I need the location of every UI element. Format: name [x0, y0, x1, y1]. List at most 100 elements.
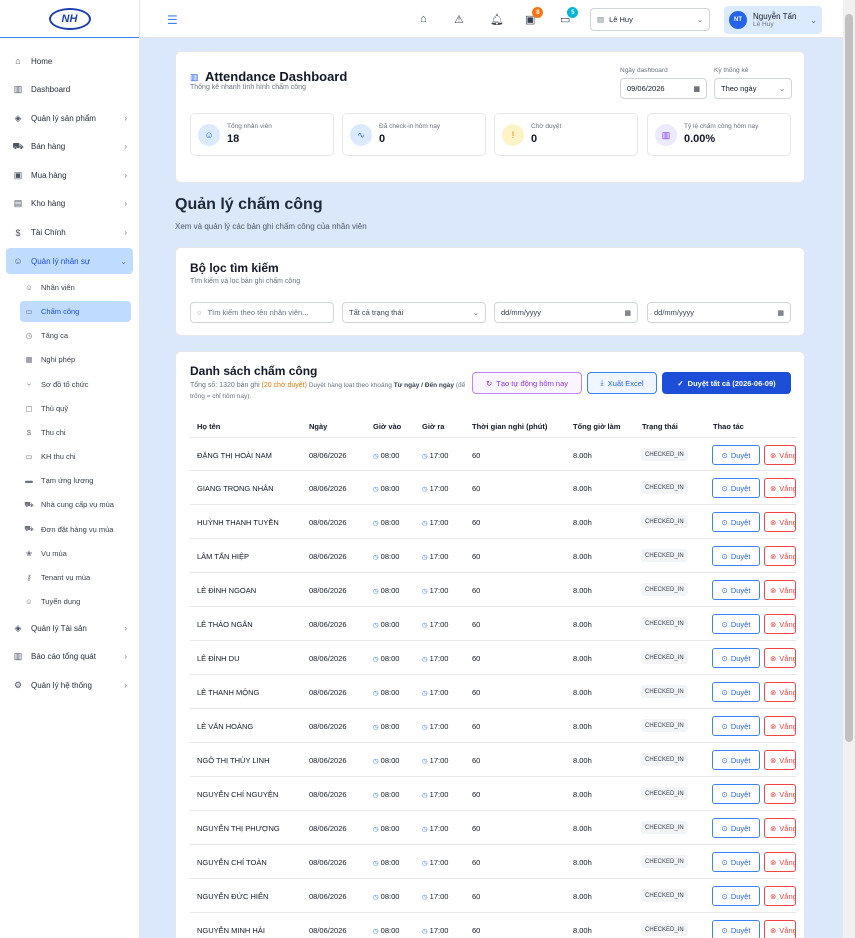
- approve-button[interactable]: ⊙ Duyệt: [712, 784, 760, 804]
- status-select[interactable]: Tất cả trạng thái ⌄: [342, 302, 486, 323]
- reject-button[interactable]: ⊗ Vắng: [764, 580, 796, 600]
- reject-button[interactable]: ⊗ Vắng: [764, 682, 796, 702]
- x-circle-icon: ⊗: [770, 517, 777, 527]
- submenu-item-8[interactable]: ▬ Tạm ứng lương: [20, 470, 131, 491]
- reject-label: Vắng: [779, 450, 796, 460]
- reject-button[interactable]: ⊗ Vắng: [764, 614, 796, 634]
- user-menu[interactable]: NT Nguyễn Tấn Lê Huy ⌄: [724, 6, 822, 34]
- sidebar-item-label: Quản lý sản phẩm: [31, 113, 96, 123]
- submenu-item-7[interactable]: ▭ KH thu chi: [20, 446, 131, 467]
- cell-time-in: ◷ 08:00: [373, 654, 399, 663]
- reject-label: Vắng: [779, 789, 796, 799]
- sidebar-item-bottom-2[interactable]: ⚙ Quản lý hệ thống ›: [6, 673, 133, 699]
- bell-icon[interactable]: 🔔︎: [490, 13, 504, 26]
- approve-button[interactable]: ⊙ Duyệt: [712, 478, 760, 498]
- table-row: LÊ ĐÌNH NGOẠN 08/06/2026 ◷ 08:00 ◷ 17:00 60 8.0…: [190, 573, 796, 607]
- approve-button[interactable]: ⊙ Duyệt: [712, 682, 760, 702]
- approve-button[interactable]: ⊙ Duyệt: [712, 512, 760, 532]
- reject-label: Vắng: [779, 891, 796, 901]
- submenu-item-13[interactable]: ☺ Tuyển dụng: [20, 591, 131, 612]
- clock-icon: ◷: [422, 792, 428, 799]
- approve-button[interactable]: ⊙ Duyệt: [712, 920, 760, 938]
- export-excel-button[interactable]: ⤓ Xuất Excel: [587, 372, 657, 394]
- reject-button[interactable]: ⊗ Vắng: [764, 512, 796, 532]
- reject-button[interactable]: ⊗ Vắng: [764, 886, 796, 906]
- sidebar-item-5[interactable]: ▤ Kho hàng ›: [6, 191, 133, 217]
- submenu-item-1[interactable]: ▭ Chấm công: [20, 300, 131, 322]
- refresh-icon: ↻: [485, 378, 493, 388]
- sidebar-item-4[interactable]: ▣ Mua hàng ›: [6, 162, 133, 188]
- time-in-value: 08:00: [380, 451, 400, 460]
- approve-button[interactable]: ⊙ Duyệt: [712, 546, 760, 566]
- search-input[interactable]: ○ Tìm kiếm theo tên nhân viên...: [190, 302, 334, 323]
- approve-all-button[interactable]: ✓ Duyệt tất cả (2026-06-09): [662, 372, 791, 394]
- logo[interactable]: NH: [0, 0, 139, 38]
- submenu-item-4[interactable]: ⑂ Sơ đồ tổ chức: [20, 374, 131, 395]
- stat-label: Chờ duyệt: [531, 123, 562, 130]
- bar-chart-icon: ▥: [13, 651, 23, 662]
- warning-icon[interactable]: ⚠: [454, 13, 464, 26]
- approve-button[interactable]: ⊙ Duyệt: [712, 750, 760, 770]
- to-date-input[interactable]: dd/mm/yyyy ▦: [647, 302, 791, 323]
- submenu-item-2[interactable]: ◷ Tăng ca: [20, 325, 131, 346]
- time-in-value: 08:00: [380, 654, 400, 663]
- approve-button[interactable]: ⊙ Duyệt: [712, 445, 760, 465]
- scrollbar-thumb[interactable]: [845, 14, 853, 742]
- from-date-input[interactable]: dd/mm/yyyy ▦: [494, 302, 638, 323]
- approve-button[interactable]: ⊙ Duyệt: [712, 852, 760, 872]
- approve-button[interactable]: ⊙ Duyệt: [712, 580, 760, 600]
- reject-button[interactable]: ⊗ Vắng: [764, 716, 796, 736]
- chevron-right-icon: ›: [124, 199, 127, 209]
- x-circle-icon: ⊗: [770, 585, 777, 595]
- dashboard-date-input[interactable]: 09/06/2026 ▦: [620, 78, 707, 99]
- user-branch: Lê Huy: [753, 21, 774, 28]
- reject-button[interactable]: ⊗ Vắng: [764, 920, 796, 938]
- chevron-right-icon: ›: [124, 228, 127, 238]
- approve-button[interactable]: ⊙ Duyệt: [712, 614, 760, 634]
- menu-icon[interactable]: ☰: [167, 13, 178, 27]
- approve-button[interactable]: ⊙ Duyệt: [712, 716, 760, 736]
- reject-button[interactable]: ⊗ Vắng: [764, 750, 796, 770]
- reject-button[interactable]: ⊗ Vắng: [764, 852, 796, 872]
- sidebar-item-bottom-1[interactable]: ▥ Báo cáo tổng quát ›: [6, 644, 133, 670]
- submenu-item-11[interactable]: ❀ Vụ mùa: [20, 543, 131, 564]
- check-circle-icon: ⊙: [721, 687, 728, 697]
- branch-select[interactable]: ▤ Lê Huy ⌄: [590, 8, 710, 31]
- sidebar-item-1[interactable]: ▥ Dashboard: [6, 77, 133, 103]
- submenu-item-3[interactable]: ▦ Nghỉ phép: [20, 349, 131, 370]
- sidebar-item-bottom-0[interactable]: ◈ Quản lý Tài sản ›: [6, 615, 133, 641]
- submenu-item-5[interactable]: ▢ Thủ quỹ: [20, 398, 131, 419]
- reject-button[interactable]: ⊗ Vắng: [764, 648, 796, 668]
- submenu-item-12[interactable]: ⚷ Tenant vụ mùa: [20, 567, 131, 588]
- chat-icon[interactable]: ▭ 5: [560, 7, 579, 26]
- submenu-item-10[interactable]: ⛟ Đơn đặt hàng vụ mùa: [20, 519, 131, 540]
- reject-button[interactable]: ⊗ Vắng: [764, 478, 796, 498]
- approve-button[interactable]: ⊙ Duyệt: [712, 818, 760, 838]
- from-date-value: dd/mm/yyyy: [501, 308, 542, 317]
- lock-icon[interactable]: ⌂: [420, 13, 427, 25]
- submenu-item-9[interactable]: ⛟ Nhà cung cấp vụ mùa: [20, 494, 131, 515]
- status-badge: CHECKED_IN: [641, 515, 688, 528]
- reject-button[interactable]: ⊗ Vắng: [764, 818, 796, 838]
- sidebar-item-7[interactable]: ☺ Quản lý nhân sự ⌄: [6, 248, 133, 275]
- sidebar-item-2[interactable]: ◈ Quản lý sản phẩm ›: [6, 105, 133, 131]
- time-in-value: 08:00: [380, 586, 400, 595]
- reject-button[interactable]: ⊗ Vắng: [764, 546, 796, 566]
- period-select[interactable]: Theo ngày ⌄: [714, 78, 792, 99]
- sidebar-item-3[interactable]: ⛟ Bán hàng ›: [6, 134, 133, 160]
- status-badge: CHECKED_IN: [641, 787, 688, 800]
- period-label: Kỳ thống kê: [714, 67, 749, 74]
- page-scrollbar[interactable]: [843, 0, 855, 938]
- auto-create-button[interactable]: ↻ Tạo tự động hôm nay: [472, 372, 582, 394]
- sidebar-item-6[interactable]: $ Tài Chính ›: [6, 220, 133, 246]
- approve-button[interactable]: ⊙ Duyệt: [712, 648, 760, 668]
- list-title: Danh sách chấm công: [190, 364, 318, 378]
- submenu-item-0[interactable]: ☺ Nhân viên: [20, 277, 131, 298]
- sidebar-item-0[interactable]: ⌂ Home: [6, 48, 133, 74]
- reject-button[interactable]: ⊗ Vắng: [764, 784, 796, 804]
- submenu-item-6[interactable]: $ Thu chi: [20, 422, 131, 443]
- cell-time-in: ◷ 08:00: [373, 552, 399, 561]
- reject-button[interactable]: ⊗ Vắng: [764, 445, 796, 465]
- approve-button[interactable]: ⊙ Duyệt: [712, 886, 760, 906]
- gift-icon[interactable]: ▣ 8: [525, 7, 544, 26]
